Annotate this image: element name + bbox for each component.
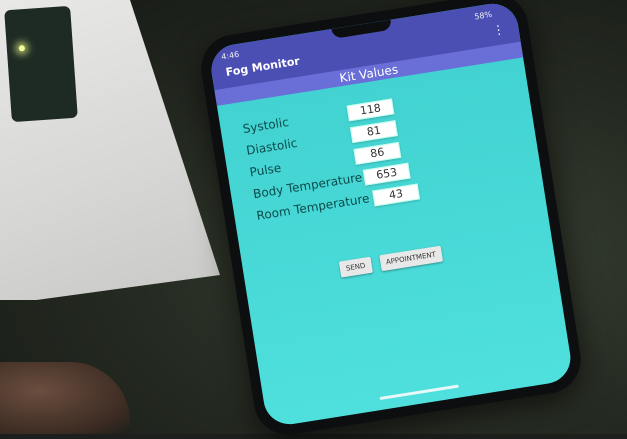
status-battery: 58% — [473, 9, 493, 22]
appointment-button[interactable]: APPOINTMENT — [378, 245, 443, 272]
field-room-temperature: Room Temperature 43 — [256, 183, 421, 227]
field-value: 81 — [349, 120, 398, 144]
led-light — [18, 45, 26, 52]
field-label: Diastolic — [245, 135, 299, 158]
gesture-bar[interactable] — [379, 384, 459, 401]
send-button[interactable]: SEND — [338, 256, 373, 278]
status-time: 4:46 — [220, 49, 240, 62]
field-body-temperature: Body Temperature 653 — [252, 162, 411, 205]
field-diastolic: Diastolic 81 — [245, 120, 398, 162]
smartphone: 4:46 58% Fog Monitor ⋮ Kit Values Systol… — [196, 0, 586, 439]
camera-notch — [331, 19, 393, 39]
action-buttons: SEND APPOINTMENT — [338, 240, 447, 278]
field-systolic: Systolic 118 — [242, 98, 395, 140]
phone-screen: 4:46 58% Fog Monitor ⋮ Kit Values Systol… — [207, 0, 575, 428]
field-value: 118 — [346, 98, 395, 122]
field-value: 43 — [372, 183, 421, 207]
field-pulse: Pulse 86 — [249, 141, 402, 184]
more-vert-icon[interactable]: ⋮ — [492, 22, 506, 38]
photo-scene: 4:46 58% Fog Monitor ⋮ Kit Values Systol… — [0, 0, 627, 439]
field-label: Systolic — [241, 114, 290, 137]
circuit-board — [4, 5, 78, 123]
field-value: 653 — [362, 162, 411, 186]
field-value: 86 — [353, 141, 402, 165]
field-label: Pulse — [248, 160, 283, 180]
